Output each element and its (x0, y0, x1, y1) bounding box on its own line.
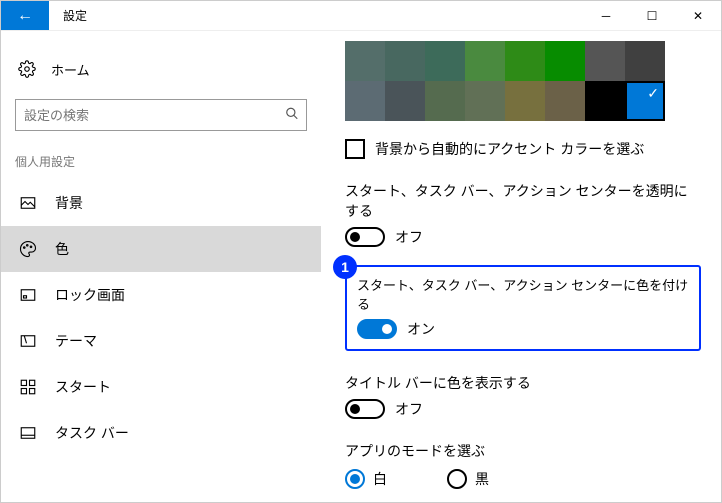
sidebar-item-label: ロック画面 (55, 285, 125, 305)
home-label: ホーム (51, 60, 90, 79)
color-swatch[interactable] (425, 41, 465, 81)
window-title: 設定 (49, 1, 583, 30)
taskbar-icon (17, 422, 39, 444)
setting-label: タイトル バーに色を表示する (345, 373, 701, 393)
window-controls: ─ ☐ ✕ (583, 1, 721, 30)
search-icon (285, 107, 299, 124)
color-swatch[interactable] (465, 41, 505, 81)
content-pane: 背景から自動的にアクセント カラーを選ぶ スタート、タスク バー、アクション セ… (321, 31, 721, 502)
setting-transparency: スタート、タスク バー、アクション センターを透明にする オフ (345, 181, 701, 247)
annotation-badge: 1 (333, 255, 357, 279)
color-swatch[interactable] (505, 41, 545, 81)
setting-app-mode: アプリのモードを選ぶ 白 黒 (345, 441, 701, 489)
color-swatch[interactable] (545, 81, 585, 121)
palette-icon (17, 238, 39, 260)
sidebar-item-background[interactable]: 背景 (1, 180, 321, 226)
color-swatch[interactable] (385, 81, 425, 121)
lockscreen-icon (17, 284, 39, 306)
sidebar-item-label: スタート (55, 377, 111, 397)
sidebar-item-start[interactable]: スタート (1, 364, 321, 410)
color-swatch[interactable] (505, 81, 545, 121)
setting-label: アプリのモードを選ぶ (345, 441, 701, 461)
back-button[interactable]: ← (1, 1, 49, 30)
toggle-transparency[interactable] (345, 227, 385, 247)
radio-label: 白 (373, 469, 387, 489)
category-label: 個人用設定 (1, 147, 321, 180)
setting-titlebar-color: タイトル バーに色を表示する オフ (345, 373, 701, 419)
setting-label: スタート、タスク バー、アクション センターに色を付ける (357, 275, 689, 313)
home-link[interactable]: ホーム (1, 49, 321, 89)
auto-accent-label: 背景から自動的にアクセント カラーを選ぶ (375, 139, 644, 159)
sidebar-item-themes[interactable]: テーマ (1, 318, 321, 364)
radio-dark[interactable]: 黒 (447, 469, 489, 489)
arrow-left-icon: ← (17, 7, 33, 25)
toggle-state: オフ (395, 399, 423, 419)
toggle-state: オフ (395, 227, 423, 247)
radio-icon[interactable] (447, 469, 467, 489)
color-swatch[interactable] (585, 41, 625, 81)
color-swatch-grid (345, 41, 701, 121)
gear-icon (17, 59, 37, 79)
color-swatch[interactable] (345, 41, 385, 81)
color-swatch[interactable] (585, 81, 625, 121)
color-swatch[interactable] (385, 41, 425, 81)
color-swatch[interactable] (345, 81, 385, 121)
picture-icon (17, 192, 39, 214)
sidebar: ホーム 個人用設定 背景 色 (1, 31, 321, 502)
color-swatch[interactable] (465, 81, 505, 121)
maximize-button[interactable]: ☐ (629, 1, 675, 30)
sidebar-item-taskbar[interactable]: タスク バー (1, 410, 321, 456)
theme-icon (17, 330, 39, 352)
color-swatch[interactable] (625, 41, 665, 81)
minimize-button[interactable]: ─ (583, 1, 629, 30)
toggle-accent-surfaces[interactable] (357, 319, 397, 339)
color-swatch[interactable] (625, 81, 665, 121)
toggle-state: オン (407, 319, 435, 339)
sidebar-item-lockscreen[interactable]: ロック画面 (1, 272, 321, 318)
annotation-highlight: 1 スタート、タスク バー、アクション センターに色を付ける オン (345, 265, 701, 351)
auto-accent-row[interactable]: 背景から自動的にアクセント カラーを選ぶ (345, 139, 701, 159)
radio-label: 黒 (475, 469, 489, 489)
radio-icon[interactable] (345, 469, 365, 489)
color-swatch[interactable] (425, 81, 465, 121)
sidebar-item-label: 色 (55, 239, 69, 259)
search-input[interactable] (15, 99, 307, 131)
start-icon (17, 376, 39, 398)
checkbox-icon[interactable] (345, 139, 365, 159)
close-button[interactable]: ✕ (675, 1, 721, 30)
sidebar-item-label: 背景 (55, 193, 83, 213)
color-swatch[interactable] (545, 41, 585, 81)
titlebar: ← 設定 ─ ☐ ✕ (1, 1, 721, 31)
setting-label: スタート、タスク バー、アクション センターを透明にする (345, 181, 701, 221)
radio-light[interactable]: 白 (345, 469, 387, 489)
sidebar-item-colors[interactable]: 色 (1, 226, 321, 272)
sidebar-item-label: タスク バー (55, 423, 129, 443)
toggle-titlebar-color[interactable] (345, 399, 385, 419)
sidebar-item-label: テーマ (55, 331, 97, 351)
